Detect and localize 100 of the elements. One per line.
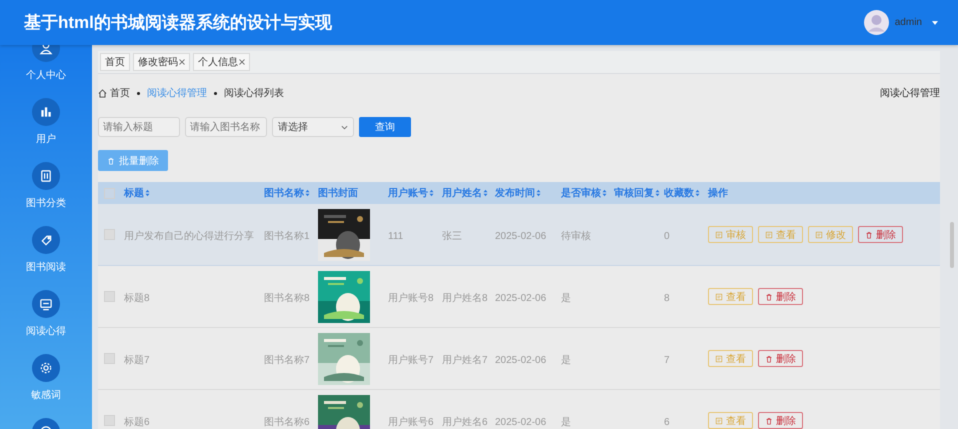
page-title: 阅读心得管理 [880, 86, 940, 100]
document-icon [715, 354, 723, 362]
user-name[interactable]: admin [894, 17, 922, 28]
avatar-icon[interactable] [864, 10, 889, 35]
separator-dot [137, 92, 140, 94]
table-row[interactable]: 用户发布自己的心得进行分享 图书名称1 111 张三 2025-02-06 待审核 0 审核 查看 修改 删除 [98, 204, 940, 266]
column-header[interactable]: 操作 [708, 186, 940, 200]
table-cell: 111 [388, 230, 404, 242]
table-row[interactable]: 标题7 图书名称7 用户账号7 用户姓名7 2025-02-06 是 7 查看 删除 [98, 328, 940, 390]
document-icon [715, 230, 723, 238]
checkbox[interactable] [104, 229, 115, 240]
table-cell: 标题6 [124, 416, 150, 428]
breadcrumb-item[interactable]: 阅读心得管理 [147, 86, 207, 100]
column-header[interactable]: 图书名称 [264, 186, 316, 200]
view-button[interactable]: 查看 [708, 412, 753, 429]
sort-icon[interactable] [602, 189, 607, 197]
trash-icon [765, 354, 773, 362]
sort-icon[interactable] [305, 189, 310, 197]
close-icon[interactable] [179, 59, 185, 65]
table-cell: 用户姓名8 [442, 292, 488, 304]
column-header[interactable]: 收藏数 [664, 186, 706, 200]
scrollbar[interactable] [950, 222, 954, 268]
column-header[interactable]: 图书封面 [318, 186, 386, 200]
table-cell: 是 [561, 354, 571, 366]
table-cell: 7 [664, 354, 670, 366]
sidebar-item[interactable]: 阅读心得 [26, 324, 66, 338]
column-header[interactable]: 用户姓名 [442, 186, 493, 200]
select-dropdown[interactable]: 请选择 [272, 117, 354, 137]
table-cell: 0 [664, 230, 670, 242]
table-cell: 图书名称8 [264, 292, 310, 304]
sidebar-item[interactable]: 个人中心 [26, 68, 66, 82]
sort-icon[interactable] [695, 189, 700, 197]
gear-icon[interactable] [32, 354, 60, 382]
trash-icon [865, 230, 873, 238]
trash-icon [107, 156, 115, 164]
view-button[interactable]: 查看 [708, 288, 753, 305]
column-header[interactable]: 用户账号 [388, 186, 440, 200]
column-header[interactable]: 是否审核 [561, 186, 612, 200]
table-row[interactable]: 标题6 图书名称6 用户账号6 用户姓名6 2025-02-06 是 6 查看 删除 [98, 390, 940, 429]
breadcrumb-item[interactable]: 首页 [98, 86, 130, 100]
document-icon [715, 416, 723, 424]
checkbox[interactable] [104, 353, 115, 364]
checkbox[interactable] [104, 415, 115, 426]
book-name-input[interactable]: 请输入图书名称 [185, 117, 267, 137]
edit-button[interactable]: 修改 [808, 226, 853, 243]
sidebar-item[interactable]: 图书阅读 [26, 260, 66, 274]
separator-dot [214, 92, 217, 94]
table-cell: 2025-02-06 [495, 292, 546, 304]
table-cell: 用户账号8 [388, 292, 434, 304]
delete-button[interactable]: 删除 [758, 412, 803, 429]
close-icon[interactable] [239, 59, 245, 65]
table-cell: 图书名称6 [264, 416, 310, 428]
trash-icon [765, 292, 773, 300]
view-button[interactable]: 查看 [708, 350, 753, 367]
review-button[interactable]: 审核 [708, 226, 753, 243]
sidebar-item[interactable]: 用户 [36, 132, 56, 146]
breadcrumb-item[interactable]: 阅读心得列表 [224, 86, 284, 100]
checkbox[interactable] [104, 188, 115, 198]
table-cell: 2025-02-06 [495, 230, 546, 242]
book-icon[interactable] [32, 162, 60, 190]
search-button[interactable]: 查询 [359, 117, 411, 137]
checkbox[interactable] [104, 291, 115, 302]
table-cell: 张三 [442, 230, 462, 242]
table-cell: 6 [664, 416, 670, 428]
chevron-down-icon[interactable] [341, 124, 348, 130]
sort-icon[interactable] [655, 189, 660, 197]
sort-icon[interactable] [483, 189, 488, 197]
sort-icon[interactable] [429, 189, 434, 197]
table-cell: 2025-02-06 [495, 416, 546, 428]
document-icon [815, 230, 823, 238]
title-input[interactable]: 请输入标题 [98, 117, 180, 137]
view-button[interactable]: 查看 [758, 226, 803, 243]
tab[interactable]: 首页 [100, 53, 130, 71]
document-icon [715, 292, 723, 300]
column-header[interactable]: 发布时间 [495, 186, 559, 200]
table-cell: 用户姓名7 [442, 354, 488, 366]
table-cell: 待审核 [561, 230, 591, 242]
monitor-icon[interactable] [32, 290, 60, 318]
sidebar-item[interactable]: 敏感词 [31, 388, 61, 402]
document-icon [765, 230, 773, 238]
sort-icon[interactable] [536, 189, 541, 197]
column-header[interactable]: 审核回复 [614, 186, 662, 200]
table-row[interactable]: 标题8 图书名称8 用户账号8 用户姓名8 2025-02-06 是 8 查看 删除 [98, 266, 940, 328]
delete-button[interactable]: 删除 [758, 288, 803, 305]
tab[interactable]: 个人信息 [193, 53, 250, 71]
caret-icon[interactable] [932, 20, 938, 24]
table-cell: 图书名称1 [264, 230, 310, 242]
sidebar-item[interactable]: 图书分类 [26, 196, 66, 210]
table-cell: 是 [561, 292, 571, 304]
column-header[interactable]: 标题 [124, 186, 262, 200]
table-cell: 标题7 [124, 354, 150, 366]
table-cell: 图书名称7 [264, 354, 310, 366]
delete-button[interactable]: 删除 [858, 226, 903, 243]
tab[interactable]: 修改密码 [133, 53, 190, 71]
tag-icon[interactable] [32, 226, 60, 254]
sort-icon[interactable] [145, 189, 150, 197]
home-icon[interactable] [98, 88, 107, 98]
chart-icon[interactable] [32, 98, 60, 126]
table-cell: 标题8 [124, 292, 150, 304]
delete-button[interactable]: 删除 [758, 350, 803, 367]
